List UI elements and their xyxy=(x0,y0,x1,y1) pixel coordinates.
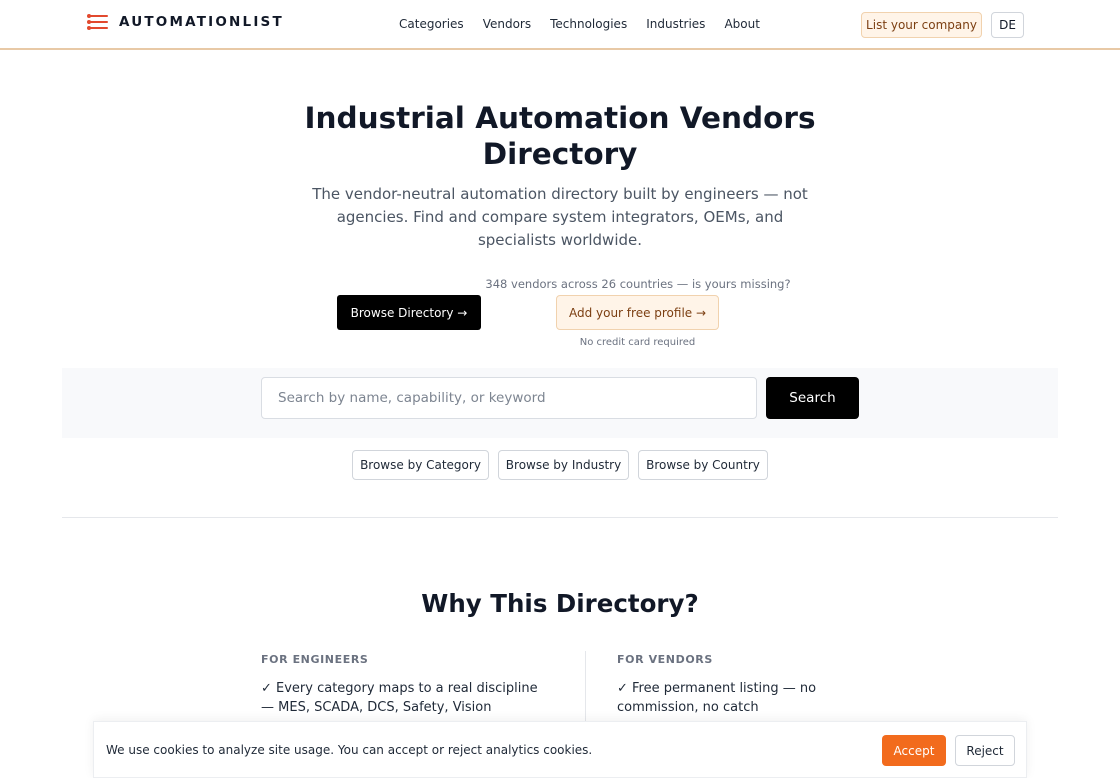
search-input[interactable] xyxy=(261,377,757,419)
nav-industries[interactable]: Industries xyxy=(646,17,705,31)
nav-about[interactable]: About xyxy=(724,17,759,31)
list-company-button[interactable]: List your company xyxy=(861,12,982,38)
list-menu-icon xyxy=(87,13,108,31)
reject-cookies-button[interactable]: Reject xyxy=(955,735,1015,766)
brand-name: AUTOMATIONLIST xyxy=(119,14,284,30)
site-header: AUTOMATIONLIST Categories Vendors Techno… xyxy=(0,0,1120,50)
cookie-message: We use cookies to analyze site usage. Yo… xyxy=(106,743,593,757)
nav-technologies[interactable]: Technologies xyxy=(550,17,627,31)
for-vendors-label: FOR VENDORS xyxy=(617,653,713,666)
hero-subtitle: The vendor-neutral automation directory … xyxy=(312,185,808,249)
for-engineers-label: FOR ENGINEERS xyxy=(261,653,369,666)
logo[interactable]: AUTOMATIONLIST xyxy=(87,13,284,31)
for-vendors-point: ✓ Free permanent listing — no commission… xyxy=(617,681,817,715)
section-divider xyxy=(62,517,1058,518)
accept-cookies-button[interactable]: Accept xyxy=(882,735,946,766)
browse-by-country-button[interactable]: Browse by Country xyxy=(638,450,768,480)
nav-categories[interactable]: Categories xyxy=(399,17,464,31)
page-title: Industrial Automation Vendors Directory xyxy=(304,101,816,171)
no-credit-card-note: No credit card required xyxy=(579,337,696,348)
why-section-title: Why This Directory? xyxy=(421,589,699,618)
column-divider xyxy=(585,651,586,731)
search-button[interactable]: Search xyxy=(766,377,859,419)
main-nav: Categories Vendors Technologies Industri… xyxy=(399,17,760,31)
for-engineers-point: ✓ Every category maps to a real discipli… xyxy=(261,681,538,715)
nav-vendors[interactable]: Vendors xyxy=(483,17,531,31)
add-profile-button[interactable]: Add your free profile → xyxy=(556,295,719,330)
language-switch-button[interactable]: DE xyxy=(991,12,1024,38)
browse-by-category-button[interactable]: Browse by Category xyxy=(352,450,489,480)
vendor-count-text: 348 vendors across 26 countries — is you… xyxy=(485,277,791,291)
cookie-banner: We use cookies to analyze site usage. Yo… xyxy=(93,721,1027,778)
browse-by-industry-button[interactable]: Browse by Industry xyxy=(498,450,629,480)
browse-directory-button[interactable]: Browse Directory → xyxy=(337,295,481,330)
